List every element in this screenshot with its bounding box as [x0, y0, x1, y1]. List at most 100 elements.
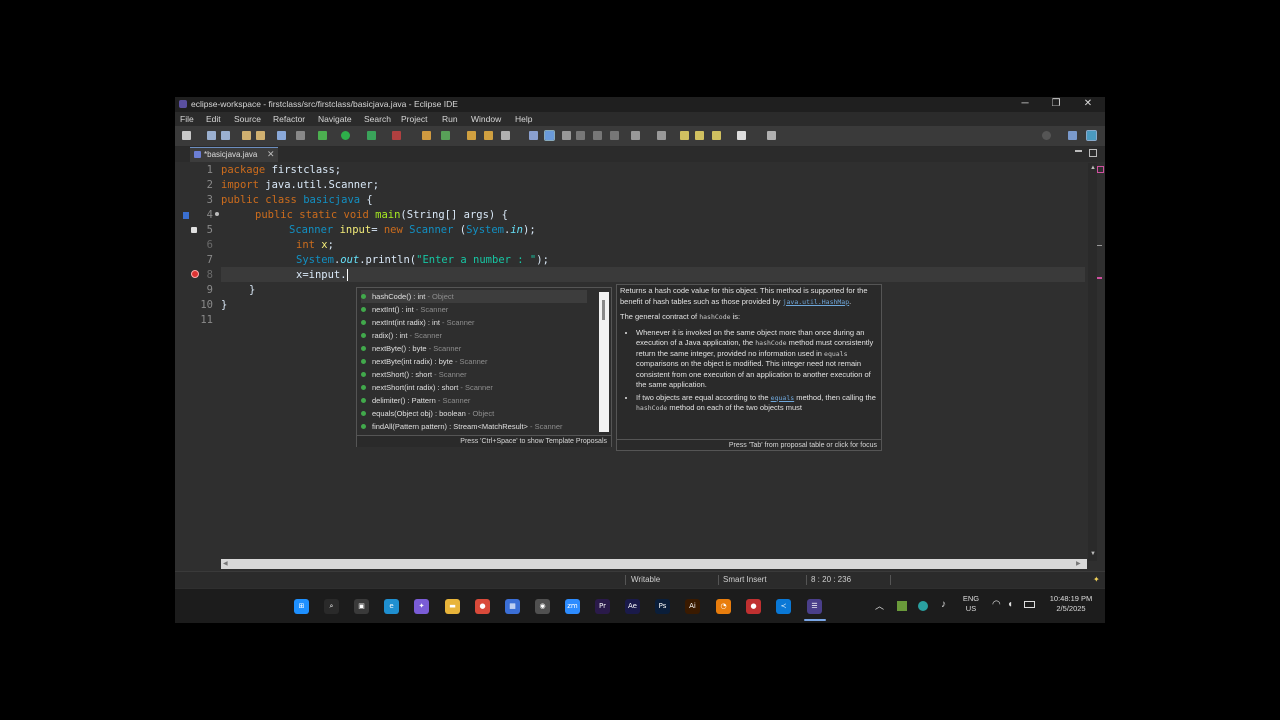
save-icon[interactable]	[207, 131, 216, 140]
store-icon[interactable]: ▦	[505, 599, 520, 614]
menu-refactor[interactable]: Refactor	[273, 112, 305, 126]
menu-edit[interactable]: Edit	[206, 112, 221, 126]
save-all-icon[interactable]	[221, 131, 230, 140]
scroll-left-icon[interactable]: ◀	[223, 560, 228, 567]
tray-network-app-icon[interactable]	[918, 601, 928, 611]
pin-editor-icon[interactable]	[767, 131, 776, 140]
collapse-icon[interactable]	[610, 131, 619, 140]
proposal-item[interactable]: findAll(Pattern pattern) : Stream<MatchR…	[361, 420, 587, 433]
menu-run[interactable]: Run	[442, 112, 458, 126]
maximize-button[interactable]: ❐	[1041, 97, 1071, 111]
editor-vertical-scrollbar[interactable]: ▲ ▼	[1088, 163, 1097, 561]
annotation-icon[interactable]	[529, 131, 538, 140]
redo-icon[interactable]	[256, 131, 265, 140]
proposal-item[interactable]: nextInt() : int - Scanner	[361, 303, 587, 316]
menu-source[interactable]: Source	[234, 112, 261, 126]
windows-start-icon[interactable]: ⊞	[294, 599, 309, 614]
language-indicator[interactable]: ENG US	[960, 594, 982, 614]
screen-recorder-icon[interactable]: ●	[746, 599, 761, 614]
menu-project[interactable]: Project	[401, 112, 427, 126]
microphone-icon[interactable]: ♪	[941, 600, 946, 610]
debug-icon[interactable]	[318, 131, 327, 140]
proposal-item[interactable]: nextShort(int radix) : short - Scanner	[361, 381, 587, 394]
menu-help[interactable]: Help	[515, 112, 532, 126]
open-perspective-icon[interactable]	[1068, 131, 1077, 140]
prev-annotation-icon[interactable]	[657, 131, 666, 140]
search-icon[interactable]	[1042, 131, 1051, 140]
new-icon[interactable]	[182, 131, 191, 140]
photoshop-icon[interactable]: Ps	[655, 599, 670, 614]
wifi-icon[interactable]: ◠	[992, 600, 1001, 610]
blender-icon[interactable]: ◔	[716, 599, 731, 614]
chrome-icon[interactable]: ●	[475, 599, 490, 614]
undo-icon[interactable]	[242, 131, 251, 140]
coverage-icon[interactable]	[367, 131, 376, 140]
editor-horizontal-scrollbar[interactable]: ◀ ▶	[221, 559, 1087, 569]
after-effects-icon[interactable]: Ae	[625, 599, 640, 614]
external-tools-icon[interactable]	[392, 131, 401, 140]
pilcrow-icon[interactable]	[593, 131, 602, 140]
run-icon[interactable]	[341, 131, 350, 140]
minimize-button[interactable]: ─	[1010, 97, 1040, 111]
premiere-icon[interactable]: Pr	[595, 599, 610, 614]
error-marker-icon[interactable]	[191, 270, 199, 278]
tip-lightbulb-icon[interactable]: ✦	[1093, 572, 1100, 588]
proposal-item[interactable]: equals(Object obj) : boolean - Object	[361, 407, 587, 420]
javadoc-hover[interactable]: Returns a hash code value for this objec…	[616, 284, 882, 451]
file-explorer-icon[interactable]: ▬	[445, 599, 460, 614]
terminal-icon[interactable]	[277, 131, 286, 140]
obs-icon[interactable]: ◉	[535, 599, 550, 614]
tray-app-icon[interactable]	[897, 601, 907, 611]
scroll-up-icon[interactable]: ▲	[1090, 165, 1096, 171]
content-assist-popup[interactable]: hashCode() : int - Object nextInt() : in…	[356, 287, 612, 447]
scroll-down-icon[interactable]: ▼	[1090, 551, 1096, 557]
forward-history-icon[interactable]	[695, 131, 704, 140]
clock[interactable]: 10:48:19 PM 2/5/2025	[1042, 594, 1100, 614]
vscode-icon[interactable]: ≺	[776, 599, 791, 614]
previous-edit-icon[interactable]	[712, 131, 721, 140]
proposal-item[interactable]: delimiter() : Pattern - Scanner	[361, 394, 587, 407]
edge-icon[interactable]: e	[384, 599, 399, 614]
skip-breakpoints-icon[interactable]	[296, 131, 305, 140]
minimize-view-icon[interactable]	[1075, 150, 1082, 152]
close-tab-icon[interactable]: ✕	[267, 148, 275, 161]
proposal-scrollbar[interactable]	[599, 292, 609, 432]
zoom-icon[interactable]: zm	[565, 599, 580, 614]
copilot-icon[interactable]: ✦	[414, 599, 429, 614]
search-tool-icon[interactable]	[501, 131, 510, 140]
fold-icon[interactable]	[215, 212, 219, 216]
hashmap-link[interactable]: java.util.HashMap	[783, 298, 850, 306]
equals-link[interactable]: equals	[771, 394, 794, 402]
eclipse-icon[interactable]: ☰	[807, 599, 822, 614]
maximize-view-icon[interactable]	[1089, 149, 1097, 157]
open-task-icon[interactable]	[484, 131, 493, 140]
menu-window[interactable]: Window	[471, 112, 501, 126]
tab-basicjava[interactable]: *basicjava.java ✕	[190, 147, 278, 162]
status-insert-mode[interactable]: Smart Insert	[723, 572, 767, 588]
proposal-item[interactable]: nextByte(int radix) : byte - Scanner	[361, 355, 587, 368]
task-view-icon[interactable]: ▣	[354, 599, 369, 614]
close-button[interactable]: ✕	[1073, 97, 1103, 111]
battery-icon[interactable]	[1024, 601, 1035, 608]
menu-navigate[interactable]: Navigate	[318, 112, 352, 126]
volume-icon[interactable]: ◖	[1007, 600, 1013, 610]
menu-search[interactable]: Search	[364, 112, 391, 126]
proposal-item[interactable]: nextInt(int radix) : int - Scanner	[361, 316, 587, 329]
next-annotation-icon[interactable]	[631, 131, 640, 140]
back-icon[interactable]	[680, 131, 689, 140]
forward-icon[interactable]	[737, 131, 746, 140]
new-java-project-icon[interactable]	[422, 131, 431, 140]
illustrator-icon[interactable]: Ai	[685, 599, 700, 614]
block-selection-icon[interactable]	[562, 131, 571, 140]
show-whitespace-icon[interactable]	[576, 131, 585, 140]
tray-overflow-icon[interactable]: ︿	[875, 601, 884, 611]
search-icon[interactable]: ⌕	[324, 599, 339, 614]
error-overview-mark[interactable]	[1097, 277, 1102, 279]
proposal-item[interactable]: hashCode() : int - Object	[361, 290, 587, 303]
proposal-item[interactable]: nextByte() : byte - Scanner	[361, 342, 587, 355]
proposal-scroll-thumb[interactable]	[602, 300, 605, 320]
highlight-toggle-icon[interactable]	[544, 130, 555, 141]
proposal-item[interactable]: nextShort() : short - Scanner	[361, 368, 587, 381]
scroll-right-icon[interactable]: ▶	[1076, 560, 1081, 567]
menu-file[interactable]: File	[180, 112, 194, 126]
